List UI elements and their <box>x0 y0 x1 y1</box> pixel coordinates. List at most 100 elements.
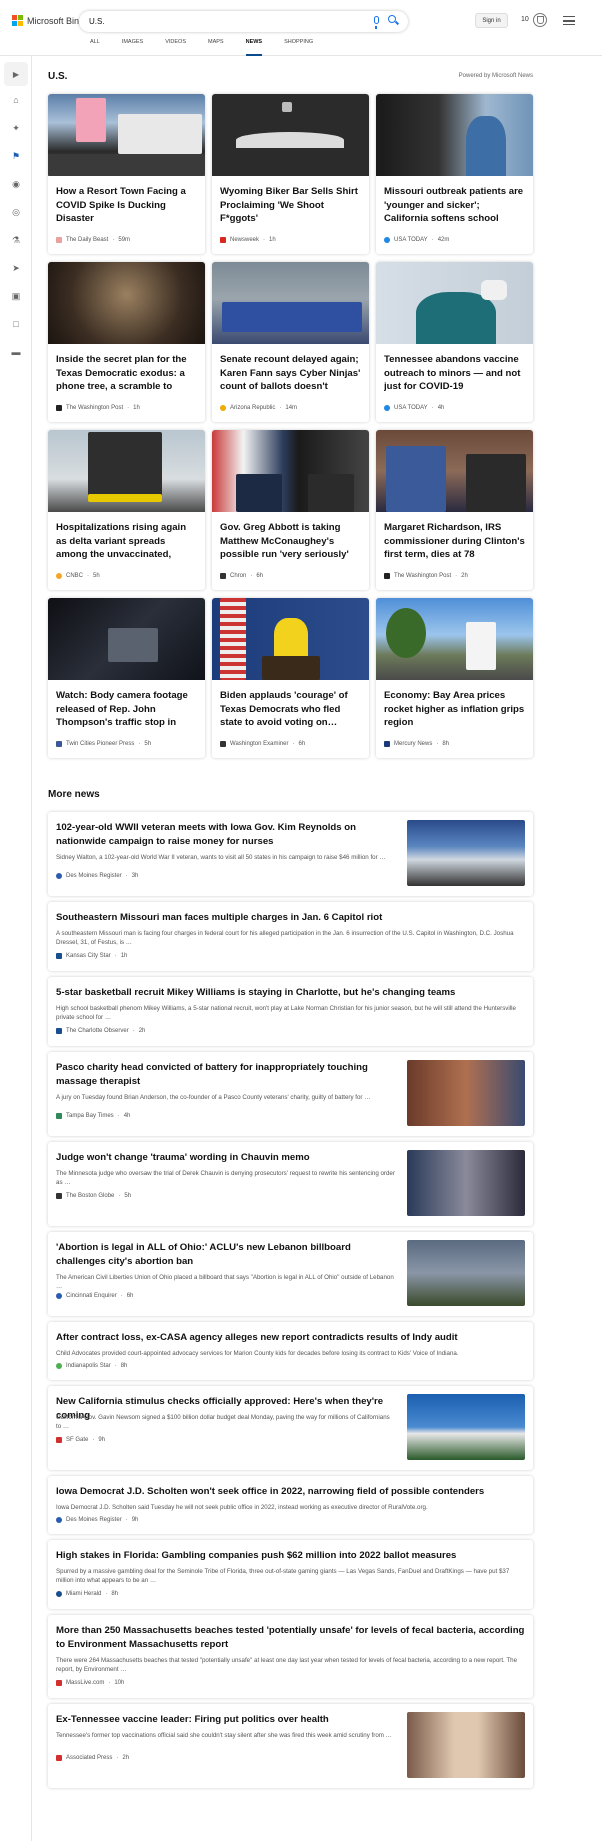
news-card[interactable]: How a Resort Town Facing a COVID Spike I… <box>48 94 205 254</box>
news-thumbnail <box>407 1712 525 1778</box>
card-title[interactable]: Inside the secret plan for the Texas Dem… <box>56 353 198 394</box>
card-image <box>48 94 205 176</box>
flag-icon[interactable]: ⚑ <box>10 150 22 162</box>
news-snippet: The American Civil Liberties Union of Oh… <box>56 1274 394 1290</box>
rewards-count[interactable]: 10 <box>521 16 529 23</box>
tab-videos[interactable]: VIDEOS <box>165 38 186 56</box>
news-card[interactable]: Margaret Richardson, IRS commissioner du… <box>376 430 533 590</box>
source-logo-icon <box>56 1193 62 1199</box>
tab-images[interactable]: IMAGES <box>122 38 143 56</box>
card-source: Chron · 6h <box>220 573 263 579</box>
news-source: SF Gate · 9h <box>56 1437 105 1443</box>
card-title[interactable]: Biden applauds 'courage' of Texas Democr… <box>220 689 362 730</box>
list-item[interactable]: Ex-Tennessee vaccine leader: Firing put … <box>48 1704 533 1788</box>
card-title[interactable]: How a Resort Town Facing a COVID Spike I… <box>56 185 198 226</box>
card-title[interactable]: Senate recount delayed again; Karen Fann… <box>220 353 362 394</box>
news-card[interactable]: Hospitalizations rising again as delta v… <box>48 430 205 590</box>
news-title[interactable]: 5-star basketball recruit Mikey Williams… <box>56 986 526 1000</box>
news-title[interactable]: High stakes in Florida: Gambling compani… <box>56 1549 526 1563</box>
source-logo-icon <box>384 573 390 579</box>
microscope-icon[interactable]: ⚗ <box>10 234 22 246</box>
section-title: U.S. <box>48 71 68 82</box>
card-title[interactable]: Watch: Body camera footage released of R… <box>56 689 198 730</box>
tab-shopping[interactable]: SHOPPING <box>284 38 313 56</box>
list-item[interactable]: Judge won't change 'trauma' wording in C… <box>48 1142 533 1226</box>
card-title[interactable]: Missouri outbreak patients are 'younger … <box>384 185 526 226</box>
home-icon[interactable]: ⌂ <box>10 94 22 106</box>
news-title[interactable]: Iowa Democrat J.D. Scholten won't seek o… <box>56 1485 526 1499</box>
news-title[interactable]: More than 250 Massachusetts beaches test… <box>56 1624 526 1651</box>
list-item[interactable]: Southeastern Missouri man faces multiple… <box>48 902 533 971</box>
card-title[interactable]: Gov. Greg Abbott is taking Matthew McCon… <box>220 521 362 562</box>
news-title[interactable]: Southeastern Missouri man faces multiple… <box>56 911 526 925</box>
news-source: Des Moines Register · 3h <box>56 873 138 879</box>
rocket-icon[interactable]: ➤ <box>10 262 22 274</box>
money-icon[interactable]: ▬ <box>10 346 22 358</box>
list-item[interactable]: High stakes in Florida: Gambling compani… <box>48 1540 533 1609</box>
card-source: CNBC · 5h <box>56 573 100 579</box>
news-snippet: Spurred by a massive gambling deal for t… <box>56 1568 510 1584</box>
card-source: Mercury News · 8h <box>384 741 449 747</box>
globe-icon[interactable]: ◎ <box>10 206 22 218</box>
news-card[interactable]: Gov. Greg Abbott is taking Matthew McCon… <box>212 430 369 590</box>
list-item[interactable]: After contract loss, ex-CASA agency alle… <box>48 1322 533 1380</box>
chevron-right-icon[interactable]: ▶ <box>4 62 28 86</box>
film-icon[interactable]: ▣ <box>10 290 22 302</box>
list-item[interactable]: 'Abortion is legal in ALL of Ohio:' ACLU… <box>48 1232 533 1316</box>
sports-icon[interactable]: ✦ <box>10 122 22 134</box>
card-title[interactable]: Margaret Richardson, IRS commissioner du… <box>384 521 526 562</box>
news-title[interactable]: After contract loss, ex-CASA agency alle… <box>56 1331 526 1345</box>
list-item[interactable]: More than 250 Massachusetts beaches test… <box>48 1615 533 1698</box>
tab-news[interactable]: NEWS <box>245 38 263 56</box>
card-title[interactable]: Wyoming Biker Bar Sells Shirt Proclaimin… <box>220 185 362 226</box>
news-card[interactable]: Tennessee abandons vaccine outreach to m… <box>376 262 533 422</box>
location-icon[interactable]: ◉ <box>10 178 22 190</box>
microphone-icon[interactable] <box>374 16 379 29</box>
source-logo-icon <box>220 573 226 579</box>
card-source: The Washington Post · 2h <box>384 573 468 579</box>
news-thumbnail <box>407 1060 525 1126</box>
news-card[interactable]: Inside the secret plan for the Texas Dem… <box>48 262 205 422</box>
news-card[interactable]: Watch: Body camera footage released of R… <box>48 598 205 758</box>
news-card[interactable]: Economy: Bay Area prices rocket higher a… <box>376 598 533 758</box>
tab-all[interactable]: ALL <box>90 38 100 56</box>
news-title[interactable]: Ex-Tennessee vaccine leader: Firing put … <box>56 1713 396 1727</box>
card-image <box>48 430 205 512</box>
list-item[interactable]: 5-star basketball recruit Mikey Williams… <box>48 977 533 1046</box>
source-logo-icon <box>56 573 62 579</box>
card-source: USA TODAY · 4h <box>384 405 444 411</box>
rewards-trophy-icon[interactable] <box>533 13 547 27</box>
list-item[interactable]: Iowa Democrat J.D. Scholten won't seek o… <box>48 1476 533 1534</box>
news-thumbnail <box>407 1240 525 1306</box>
sign-in-button[interactable]: Sign in <box>475 13 508 28</box>
hamburger-menu-icon[interactable] <box>563 16 575 25</box>
list-item[interactable]: 102-year-old WWII veteran meets with Iow… <box>48 812 533 896</box>
bing-logo[interactable]: Microsoft Bing <box>12 15 84 26</box>
list-item[interactable]: New California stimulus checks officiall… <box>48 1386 533 1470</box>
card-source: Washington Examiner · 6h <box>220 741 305 747</box>
source-logo-icon <box>56 1293 62 1299</box>
card-title[interactable]: Economy: Bay Area prices rocket higher a… <box>384 689 526 730</box>
card-source: USA TODAY · 42m <box>384 237 449 243</box>
source-logo-icon <box>56 1755 62 1761</box>
news-title[interactable]: Judge won't change 'trauma' wording in C… <box>56 1151 396 1165</box>
card-source: The Daily Beast · 59m <box>56 237 130 243</box>
tab-maps[interactable]: MAPS <box>208 38 224 56</box>
search-input[interactable]: U.S. <box>89 17 408 26</box>
news-title[interactable]: 'Abortion is legal in ALL of Ohio:' ACLU… <box>56 1241 396 1268</box>
search-icon[interactable] <box>388 15 396 23</box>
news-title[interactable]: Pasco charity head convicted of battery … <box>56 1061 396 1088</box>
card-title[interactable]: Hospitalizations rising again as delta v… <box>56 521 198 562</box>
bank-icon[interactable]: □ <box>10 318 22 330</box>
news-title[interactable]: 102-year-old WWII veteran meets with Iow… <box>56 821 396 848</box>
card-title[interactable]: Tennessee abandons vaccine outreach to m… <box>384 353 526 394</box>
news-card[interactable]: Biden applauds 'courage' of Texas Democr… <box>212 598 369 758</box>
source-logo-icon <box>220 237 226 243</box>
search-box[interactable]: U.S. <box>79 11 408 32</box>
news-card[interactable]: Wyoming Biker Bar Sells Shirt Proclaimin… <box>212 94 369 254</box>
source-logo-icon <box>220 405 226 411</box>
news-card[interactable]: Missouri outbreak patients are 'younger … <box>376 94 533 254</box>
news-card[interactable]: Senate recount delayed again; Karen Fann… <box>212 262 369 422</box>
news-source: The Charlotte Observer · 2h <box>56 1028 145 1034</box>
list-item[interactable]: Pasco charity head convicted of battery … <box>48 1052 533 1136</box>
